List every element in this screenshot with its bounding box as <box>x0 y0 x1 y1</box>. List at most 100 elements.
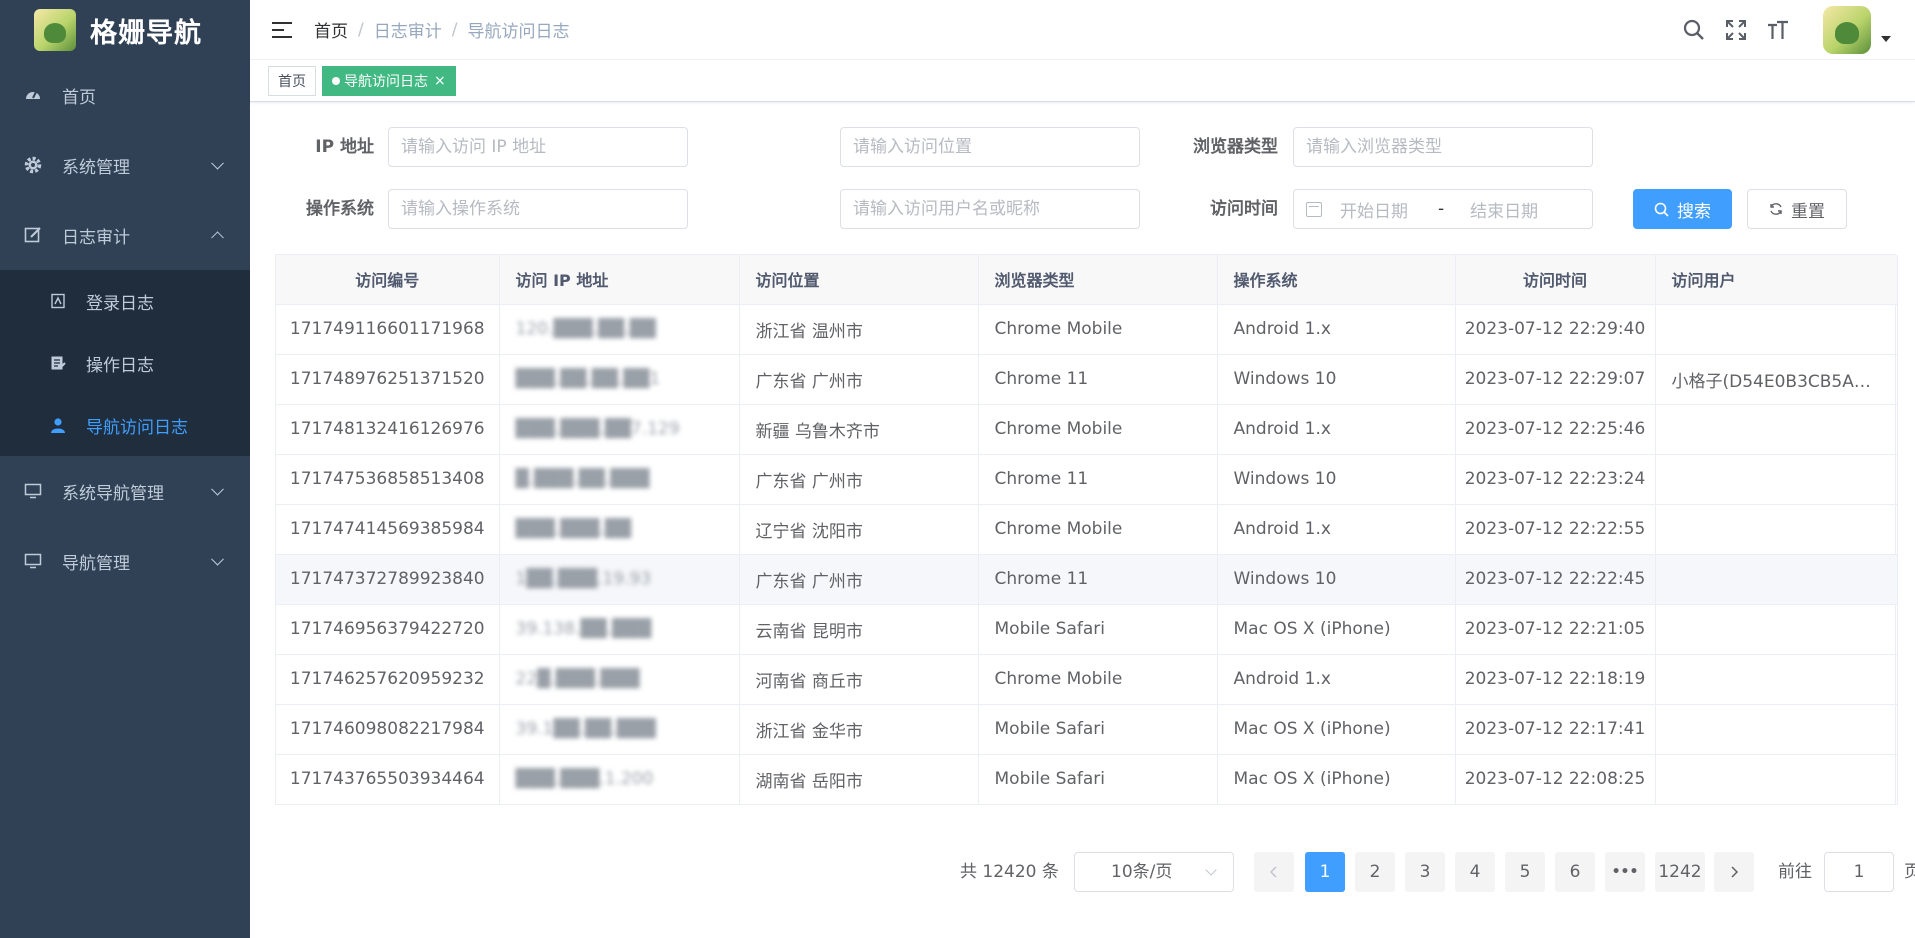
avatar[interactable] <box>1823 6 1871 54</box>
table-cell <box>1655 554 1898 605</box>
end-date-placeholder[interactable]: 结束日期 <box>1470 197 1538 222</box>
pagination: 共 12420 条 10条/页 1 2 3 4 5 6 ••• 1242 前往 … <box>250 852 1915 892</box>
table-row[interactable]: 171747372789923840 1██.███.19.93 广东省 广州市 Ch… <box>276 554 1898 605</box>
user-icon <box>50 417 66 433</box>
prev-page-button[interactable] <box>1254 852 1294 892</box>
table-cell: 171746098082217984 <box>276 704 500 755</box>
os-label: 操作系统 <box>306 199 374 219</box>
browser-label: 浏览器类型 <box>1193 137 1278 157</box>
sidebar-item-system-nav[interactable]: 系统导航管理 <box>0 456 250 526</box>
form-row: IP 地址 访问位置 浏览器类型 <box>250 127 1915 167</box>
table-row[interactable]: 171749116601171968 120.███.██.██ 浙江省 温州市 Ch… <box>276 304 1898 355</box>
table-cell: Chrome Mobile <box>978 404 1218 455</box>
page-button[interactable]: 4 <box>1455 852 1495 892</box>
sidebar-item-audit[interactable]: 日志审计 <box>0 200 250 270</box>
table-cell: 新疆 乌鲁木齐市 <box>739 404 979 455</box>
caret-down-icon[interactable] <box>1881 36 1891 42</box>
page-button[interactable]: 5 <box>1505 852 1545 892</box>
logo-image <box>34 9 76 51</box>
os-input[interactable] <box>388 189 688 229</box>
sidebar-toggle-icon[interactable] <box>272 21 292 39</box>
form-icon <box>50 355 66 371</box>
table-cell: 广东省 广州市 <box>739 554 979 605</box>
location-input[interactable] <box>840 127 1140 167</box>
table-cell: 171749116601171968 <box>276 304 500 355</box>
table-cell: 2023-07-12 22:21:05 <box>1455 604 1656 655</box>
page-button[interactable]: 2 <box>1355 852 1395 892</box>
font-size-icon[interactable] <box>1765 17 1791 43</box>
sidebar-item-label: 首页 <box>62 87 96 108</box>
table-row[interactable]: 171746098082217984 39.1██.██.███ 浙江省 金华市 Mo… <box>276 704 1898 755</box>
start-date-placeholder[interactable]: 开始日期 <box>1340 197 1408 222</box>
sidebar-item-system[interactable]: 系统管理 <box>0 130 250 200</box>
sidebar-item-nav-visit-log[interactable]: 导航访问日志 <box>0 394 250 456</box>
table-cell: ███.███.██7.129 <box>499 404 740 455</box>
column-header: 访问时间 <box>1455 255 1656 305</box>
ip-address-redacted: 39.138.██.███ <box>515 619 652 639</box>
column-header: 操作系统 <box>1217 255 1456 305</box>
tag-label: 导航访问日志 <box>344 73 428 90</box>
refresh-icon <box>1769 202 1783 216</box>
calendar-icon <box>1306 201 1322 217</box>
page-button[interactable]: 1242 <box>1655 852 1705 892</box>
page-button[interactable]: 1 <box>1305 852 1345 892</box>
chevron-down-icon <box>211 156 224 170</box>
table-cell: 171746956379422720 <box>276 604 500 655</box>
table-cell: Chrome 11 <box>978 354 1218 405</box>
sidebar-item-operation-log[interactable]: 操作日志 <box>0 332 250 394</box>
fullscreen-icon[interactable] <box>1723 17 1749 43</box>
sidebar-item-home[interactable]: 首页 <box>0 60 250 130</box>
table-cell: Android 1.x <box>1217 654 1456 705</box>
tag-home[interactable]: 首页 <box>268 65 316 96</box>
column-header: 访问用户 <box>1655 255 1898 305</box>
search-button[interactable]: 搜索 <box>1633 189 1732 229</box>
table-row[interactable]: 171747536858513408 █.███.██.███ 广东省 广州市 Chr… <box>276 454 1898 505</box>
table-cell: 171748132416126976 <box>276 404 500 455</box>
browser-input[interactable] <box>1293 127 1593 167</box>
ip-address-redacted: ███.███.██7.129 <box>515 419 680 439</box>
logo[interactable]: 格姗导航 <box>0 0 250 60</box>
table-cell: 广东省 广州市 <box>739 454 979 505</box>
tag-nav-visit-log[interactable]: 导航访问日志 × <box>322 65 456 96</box>
table-cell: 171748976251371520 <box>276 354 500 405</box>
table-cell: 浙江省 温州市 <box>739 304 979 355</box>
ip-address-redacted: ███.███.██ <box>515 519 631 539</box>
table-row[interactable]: 171743765503934464 ███.███.1.200 湖南省 岳阳市 Mo… <box>276 754 1898 805</box>
page-button[interactable]: 6 <box>1555 852 1595 892</box>
table-row[interactable]: 171748132416126976 ███.███.██7.129 新疆 乌鲁木齐… <box>276 404 1898 455</box>
goto-page-input[interactable] <box>1824 852 1894 892</box>
table-cell: 171747372789923840 <box>276 554 500 605</box>
user-input[interactable] <box>840 189 1140 229</box>
table-cell: 湖南省 岳阳市 <box>739 754 979 805</box>
table-cell: Chrome Mobile <box>978 654 1218 705</box>
form-row: 操作系统 访问用户 访问时间 开始日期 - 结束日期 搜索 重置 <box>250 189 1915 229</box>
date-range-picker[interactable]: 开始日期 - 结束日期 <box>1293 189 1593 229</box>
search-icon[interactable] <box>1681 17 1707 43</box>
sidebar-item-label: 登录日志 <box>86 293 154 314</box>
table-cell <box>1655 604 1898 655</box>
table-cell: Mac OS X (iPhone) <box>1217 754 1456 805</box>
table-cell: Chrome Mobile <box>978 504 1218 555</box>
table-cell <box>1655 704 1898 755</box>
sidebar-item-nav-manage[interactable]: 导航管理 <box>0 526 250 596</box>
reset-button[interactable]: 重置 <box>1747 189 1847 229</box>
ip-address-redacted: 39.1██.██.███ <box>515 719 656 739</box>
table-row[interactable]: 171747414569385984 ███.███.██ 辽宁省 沈阳市 Chrom… <box>276 504 1898 555</box>
sidebar-item-label: 导航访问日志 <box>86 417 188 438</box>
table-row[interactable]: 171748976251371520 ███.██.██.██1 广东省 广州市 Ch… <box>276 354 1898 405</box>
chevron-up-icon <box>211 231 224 245</box>
table-cell: Android 1.x <box>1217 504 1456 555</box>
table-row[interactable]: 171746257620959232 22█.███.███ 河南省 商丘市 Chro… <box>276 654 1898 705</box>
table-row[interactable]: 171746956379422720 39.138.██.███ 云南省 昆明市 Mo… <box>276 604 1898 655</box>
sidebar-item-login-log[interactable]: 登录日志 <box>0 270 250 332</box>
close-icon[interactable]: × <box>434 73 446 89</box>
more-pages-button[interactable]: ••• <box>1605 852 1645 892</box>
column-header: 访问编号 <box>276 255 500 305</box>
page-button[interactable]: 3 <box>1405 852 1445 892</box>
next-page-button[interactable] <box>1714 852 1754 892</box>
table-cell: 2023-07-12 22:22:55 <box>1455 504 1656 555</box>
table-cell: Chrome Mobile <box>978 304 1218 355</box>
breadcrumb-home[interactable]: 首页 <box>314 17 348 42</box>
ip-input[interactable] <box>388 127 688 167</box>
page-size-select[interactable]: 10条/页 <box>1074 852 1234 892</box>
